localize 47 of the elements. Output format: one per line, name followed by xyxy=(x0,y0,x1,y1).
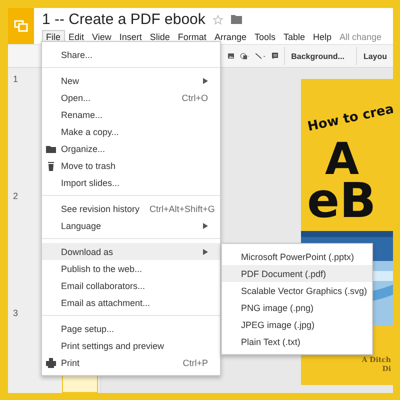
menu-item[interactable]: Insert xyxy=(115,30,146,44)
menu-option[interactable]: Email as attachment... xyxy=(42,294,220,311)
slide-number: 2 xyxy=(13,191,18,201)
toolbar-button[interactable]: Layou xyxy=(356,47,393,65)
shortcut-label: Ctrl+P xyxy=(182,358,208,368)
menu-option[interactable]: New xyxy=(42,72,220,89)
menu-option[interactable]: Language xyxy=(42,217,220,234)
slide-number: 1 xyxy=(13,74,18,84)
menu-option[interactable]: Open... Ctrl+O xyxy=(42,89,220,106)
image-icon[interactable] xyxy=(228,52,234,60)
toolbar-button[interactable]: Background... xyxy=(284,47,350,65)
shortcut-label: Ctrl+O xyxy=(182,92,208,102)
star-icon[interactable] xyxy=(213,14,224,25)
menu-option[interactable]: Publish to the web... xyxy=(42,260,220,277)
menu-option[interactable]: Move to trash xyxy=(42,157,220,174)
menu-option[interactable]: Make a copy... xyxy=(42,123,220,140)
slide-big-text: eB xyxy=(307,180,378,223)
menu-option[interactable]: Rename... xyxy=(42,106,220,123)
menu-option[interactable]: Import slides... xyxy=(42,174,220,191)
menu-option[interactable]: Email collaborators... xyxy=(42,277,220,294)
folder-icon[interactable] xyxy=(231,15,242,24)
menu-item[interactable]: Tools xyxy=(250,30,280,44)
menu-option[interactable]: Page setup... xyxy=(42,320,220,337)
folder-icon xyxy=(46,144,56,154)
slide-big-text: A xyxy=(325,140,360,180)
menu-option[interactable]: Share... xyxy=(42,46,220,63)
menu-item[interactable]: Table xyxy=(279,30,309,44)
menu-option[interactable]: Print settings and preview xyxy=(42,337,220,354)
document-title[interactable]: 1 -- Create a PDF ebook xyxy=(42,11,206,28)
menu-item[interactable]: Format xyxy=(174,30,210,44)
menu-item[interactable]: Slide xyxy=(146,30,174,44)
trash-icon xyxy=(46,160,56,170)
save-status: All change xyxy=(340,32,382,42)
slide-number: 3 xyxy=(13,308,18,318)
menu-option[interactable]: Organize... xyxy=(42,140,220,157)
shape-icon[interactable] xyxy=(240,51,250,61)
menu-option[interactable]: See revision history Ctrl+Alt+Shift+G xyxy=(42,200,220,217)
menu-option[interactable]: PDF Document (.pdf) xyxy=(222,265,372,282)
menu-option[interactable]: Print Ctrl+P xyxy=(42,354,220,371)
menu-item[interactable]: View xyxy=(88,30,116,44)
menu-item[interactable]: Help xyxy=(309,30,336,44)
comment-icon[interactable] xyxy=(272,51,278,61)
menu-option[interactable]: Download as xyxy=(42,243,220,260)
shortcut-label: Ctrl+Alt+Shift+G xyxy=(150,204,215,214)
line-icon[interactable] xyxy=(255,51,266,61)
menu-item[interactable]: Arrange xyxy=(210,30,250,44)
menu-item[interactable]: Edit xyxy=(64,30,88,44)
